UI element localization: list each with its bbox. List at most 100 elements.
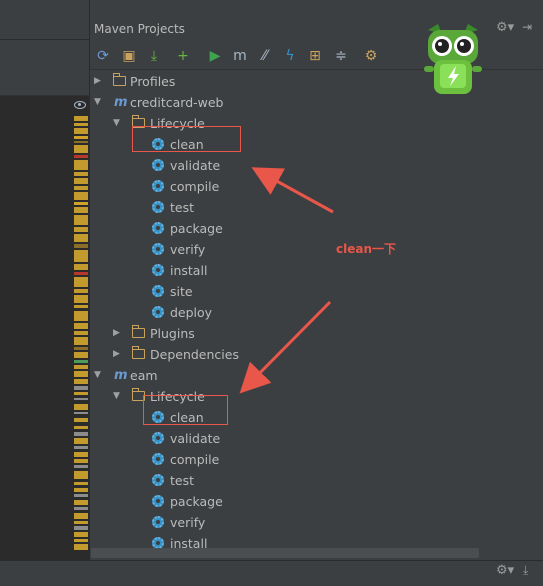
- error-stripe-mark[interactable]: [74, 272, 88, 275]
- collapse-all-button[interactable]: ≑: [332, 47, 350, 65]
- error-stripe-mark[interactable]: [74, 123, 88, 126]
- error-stripe-mark[interactable]: [74, 337, 88, 345]
- error-stripe-mark[interactable]: [74, 438, 88, 444]
- error-stripe-mark[interactable]: [74, 494, 88, 497]
- error-stripe-mark[interactable]: [74, 323, 88, 329]
- error-stripe-mark[interactable]: [74, 544, 88, 550]
- error-stripe-mark[interactable]: [74, 446, 88, 449]
- dependencies-diagram-button[interactable]: ⊞: [306, 47, 324, 65]
- tree-node-goal-validate[interactable]: validate: [90, 428, 543, 449]
- collapse-arrow-icon[interactable]: ▶: [94, 71, 104, 92]
- error-stripe-mark[interactable]: [74, 459, 88, 463]
- error-stripe-mark[interactable]: [74, 155, 88, 158]
- error-stripe-mark[interactable]: [74, 507, 88, 510]
- error-stripe-mark[interactable]: [74, 365, 88, 369]
- settings-button[interactable]: ⚙: [362, 47, 380, 65]
- error-stripe-mark[interactable]: [74, 398, 88, 400]
- error-stripe-mark[interactable]: [74, 277, 88, 287]
- error-stripe-mark[interactable]: [74, 426, 88, 429]
- error-stripe-mark[interactable]: [74, 532, 88, 537]
- expand-arrow-icon[interactable]: ▼: [94, 92, 104, 113]
- error-stripe-mark[interactable]: [74, 141, 88, 143]
- tree-node-goal-site[interactable]: site: [90, 281, 543, 302]
- gear-icon[interactable]: ⚙▾: [496, 20, 514, 35]
- collapse-arrow-icon[interactable]: ▶: [113, 323, 123, 344]
- error-stripe-mark[interactable]: [74, 289, 88, 293]
- error-stripe-mark[interactable]: [74, 392, 88, 395]
- error-stripe-mark[interactable]: [74, 379, 88, 384]
- error-stripe-mark[interactable]: [74, 311, 88, 321]
- error-stripe-mark[interactable]: [74, 360, 88, 363]
- error-stripe-mark[interactable]: [74, 207, 88, 213]
- tree-node-goal-verify[interactable]: verify: [90, 239, 543, 260]
- error-stripe-mark[interactable]: [74, 488, 88, 492]
- error-stripe-mark[interactable]: [74, 418, 88, 422]
- error-stripe-mark[interactable]: [74, 521, 88, 524]
- error-stripe-mark[interactable]: [74, 347, 88, 350]
- tree-node-goal-deploy[interactable]: deploy: [90, 302, 543, 323]
- error-stripe-mark[interactable]: [74, 192, 88, 200]
- pin-icon[interactable]: ⇥: [522, 20, 532, 34]
- error-stripe-mark[interactable]: [74, 465, 88, 468]
- error-stripe-mark[interactable]: [74, 136, 88, 139]
- expand-arrow-icon[interactable]: ▼: [94, 365, 104, 386]
- download-icon[interactable]: ⤓: [523, 563, 528, 578]
- tree-node-goal-package[interactable]: package: [90, 491, 543, 512]
- tree-node-dependencies[interactable]: ▶ Dependencies: [90, 344, 543, 365]
- error-stripe-mark[interactable]: [74, 305, 88, 308]
- error-stripe-mark[interactable]: [74, 234, 88, 242]
- tree-node-goal-install[interactable]: install: [90, 533, 543, 548]
- error-stripe-mark[interactable]: [74, 352, 88, 358]
- error-stripe-mark[interactable]: [74, 295, 88, 303]
- error-stripe-mark[interactable]: [74, 404, 88, 410]
- error-stripe-mark[interactable]: [74, 172, 88, 176]
- error-stripe-mark[interactable]: [74, 539, 88, 542]
- tree-node-goal-compile[interactable]: compile: [90, 449, 543, 470]
- error-stripe-mark[interactable]: [74, 227, 88, 232]
- error-stripe-mark[interactable]: [74, 432, 88, 436]
- error-stripe-mark[interactable]: [74, 386, 88, 390]
- tree-node-goal-test[interactable]: test: [90, 197, 543, 218]
- horizontal-scrollbar[interactable]: [91, 548, 479, 558]
- error-stripe-mark[interactable]: [74, 526, 88, 530]
- error-stripe-mark[interactable]: [74, 202, 88, 205]
- collapse-arrow-icon[interactable]: ▶: [113, 344, 123, 365]
- eye-icon[interactable]: [74, 101, 86, 109]
- generate-sources-button[interactable]: ▣: [120, 47, 138, 65]
- error-stripe-mark[interactable]: [74, 145, 88, 153]
- tree-node-goal-verify[interactable]: verify: [90, 512, 543, 533]
- tree-node-goal-validate[interactable]: validate: [90, 155, 543, 176]
- error-stripe-mark[interactable]: [74, 331, 88, 335]
- error-stripe-mark[interactable]: [74, 412, 88, 414]
- tree-node-goal-test[interactable]: test: [90, 470, 543, 491]
- error-stripe-mark[interactable]: [74, 128, 88, 134]
- error-stripe-mark[interactable]: [74, 160, 88, 170]
- error-stripe-mark[interactable]: [74, 452, 88, 457]
- error-stripe-mark[interactable]: [74, 471, 88, 479]
- run-build-button[interactable]: ▶: [206, 47, 224, 65]
- error-stripe-mark[interactable]: [74, 482, 88, 485]
- download-button[interactable]: ⤓: [145, 47, 163, 65]
- expand-arrow-icon[interactable]: ▼: [113, 113, 123, 134]
- error-stripe-mark[interactable]: [74, 500, 88, 505]
- error-stripe[interactable]: [74, 116, 88, 556]
- error-stripe-mark[interactable]: [74, 244, 88, 248]
- error-stripe-mark[interactable]: [74, 250, 88, 262]
- error-stripe-mark[interactable]: [74, 116, 88, 121]
- tree-node-goal-compile[interactable]: compile: [90, 176, 543, 197]
- error-stripe-mark[interactable]: [74, 178, 88, 184]
- error-stripe-mark[interactable]: [74, 186, 88, 190]
- reimport-button[interactable]: ⟳: [94, 47, 112, 65]
- toggle-offline-button[interactable]: ⁄⁄: [256, 47, 274, 65]
- error-stripe-mark[interactable]: [74, 264, 88, 270]
- tree-node-project[interactable]: ▼ m eam: [90, 365, 543, 386]
- gear-icon[interactable]: ⚙▾: [496, 563, 514, 578]
- error-stripe-mark[interactable]: [74, 513, 88, 519]
- skip-tests-button[interactable]: ϟ: [281, 47, 299, 65]
- tree-node-plugins[interactable]: ▶ Plugins: [90, 323, 543, 344]
- error-stripe-mark[interactable]: [74, 215, 88, 225]
- add-project-button[interactable]: +: [174, 47, 192, 65]
- execute-goal-button[interactable]: m: [231, 47, 249, 65]
- error-stripe-mark[interactable]: [74, 371, 88, 377]
- tree-node-goal-install[interactable]: install: [90, 260, 543, 281]
